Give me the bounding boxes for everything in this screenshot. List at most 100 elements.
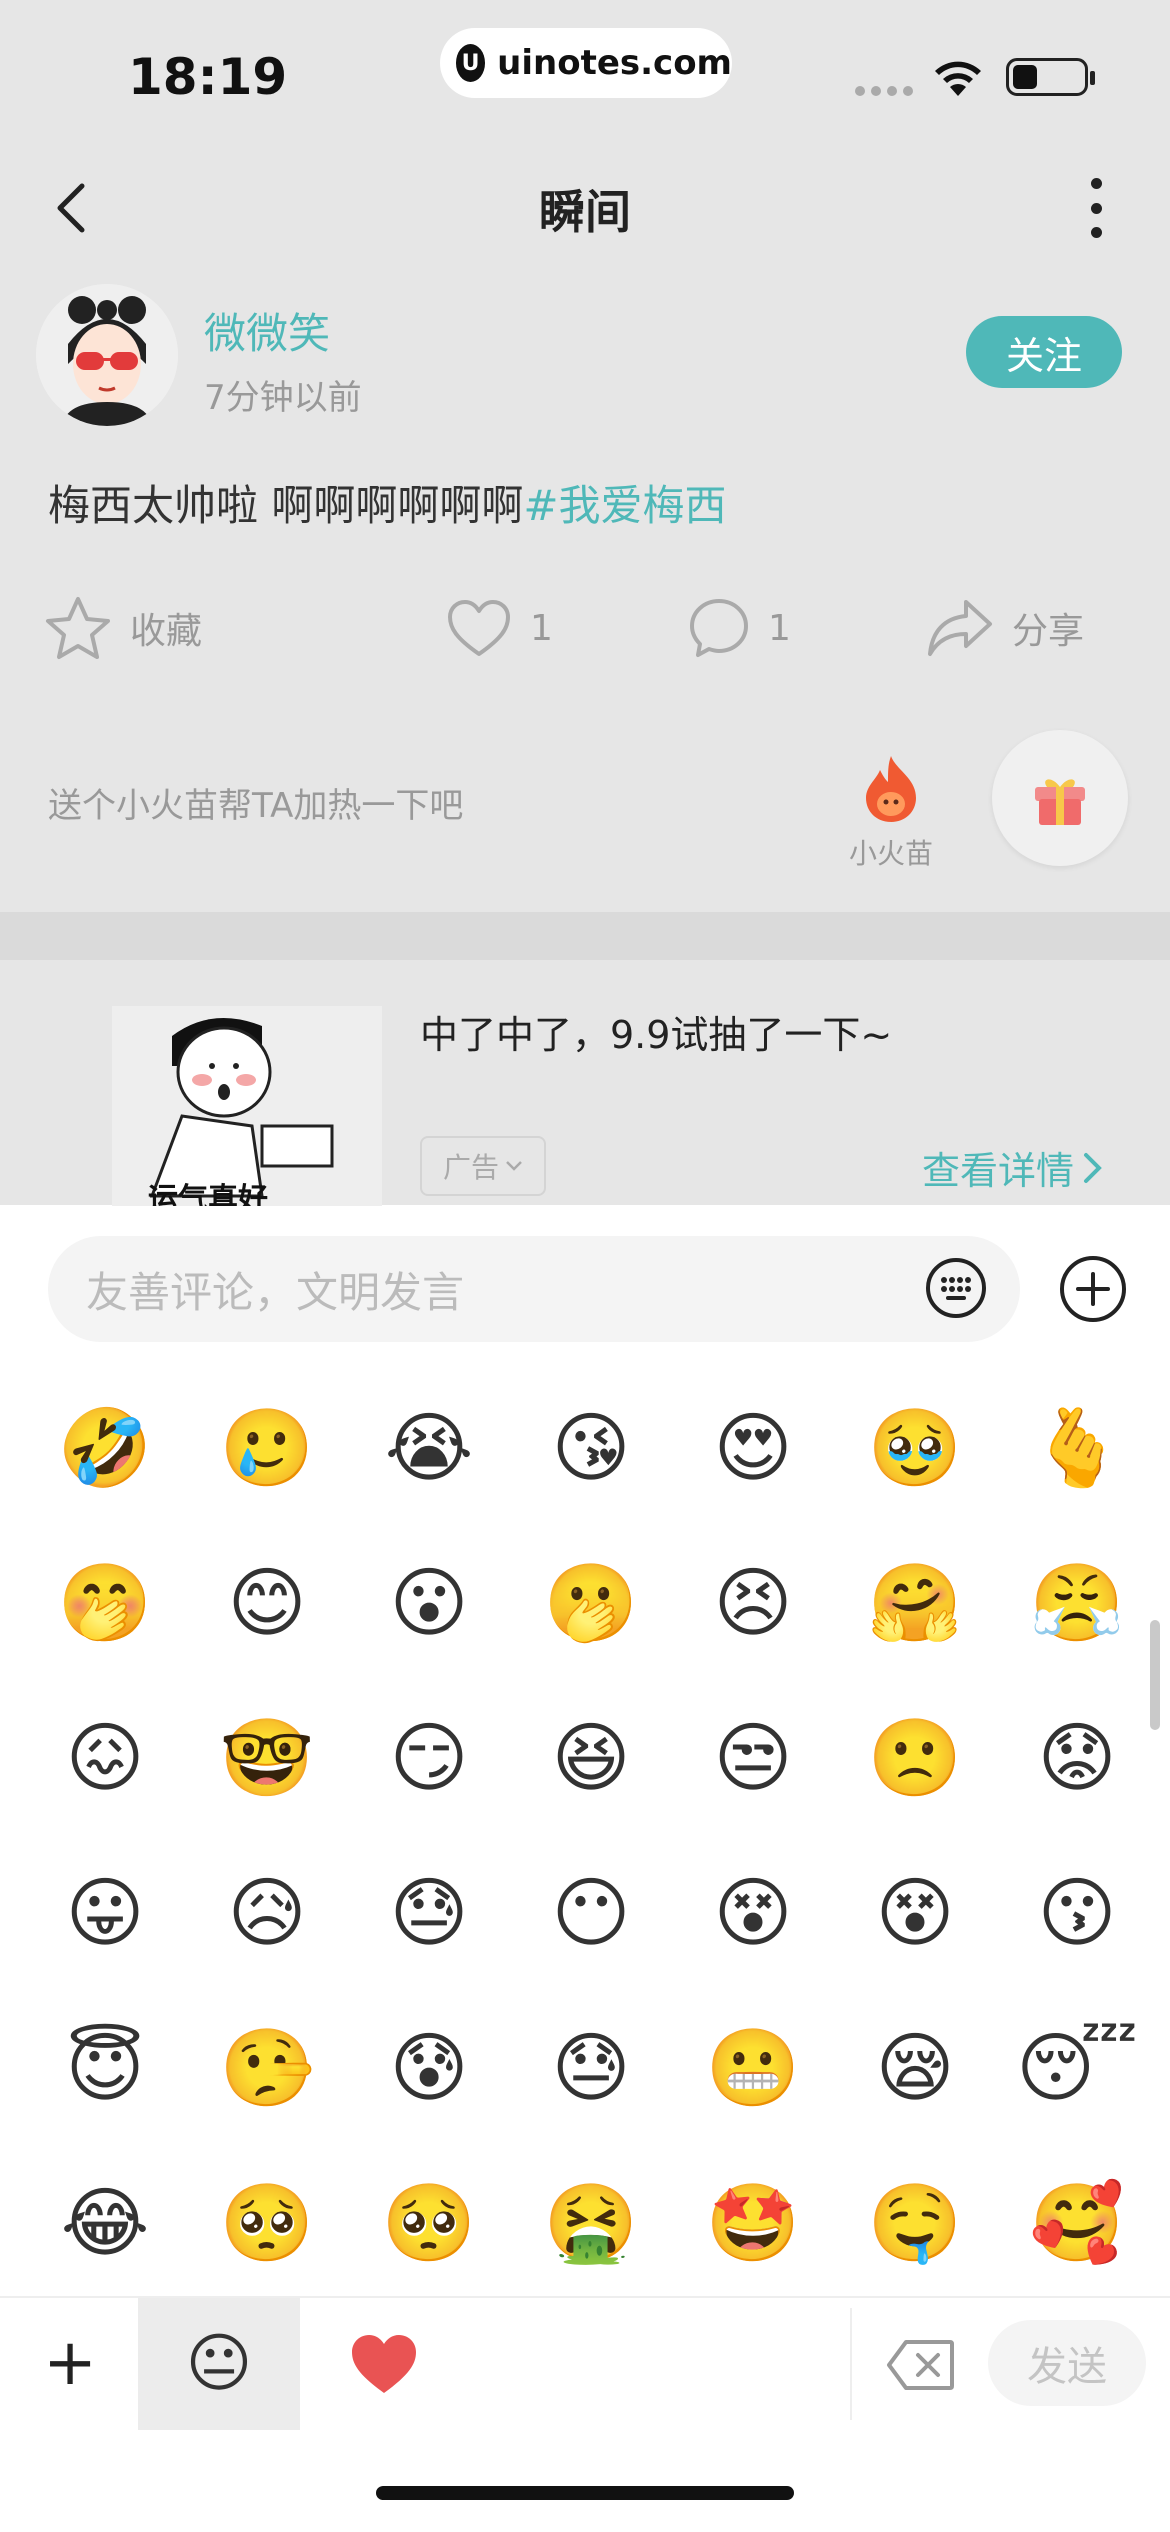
emoji-item[interactable]: 🤭 bbox=[24, 1525, 186, 1680]
emoji-item[interactable]: 🥺 bbox=[348, 2145, 510, 2295]
emoji-item[interactable]: 🫢 bbox=[510, 1525, 672, 1680]
emoji-tab[interactable]: 😐 bbox=[138, 2298, 300, 2430]
emoji-glyph: 😰 bbox=[389, 2023, 469, 2112]
post-hashtag[interactable]: #我爱梅西 bbox=[523, 481, 726, 530]
emoji-glyph: 😵 bbox=[713, 1868, 793, 1957]
home-indicator[interactable] bbox=[376, 2486, 794, 2500]
send-button[interactable]: 发送 bbox=[988, 2320, 1146, 2406]
emoji-glyph: 😛 bbox=[65, 1868, 145, 1957]
emoji-item[interactable]: 😪 bbox=[834, 1990, 996, 2145]
emoji-glyph: 😓 bbox=[551, 2023, 631, 2112]
emoji-glyph: 😓 bbox=[389, 1868, 469, 1957]
fire-label: 小火苗 bbox=[848, 837, 933, 870]
emoji-item[interactable]: 😖 bbox=[24, 1680, 186, 1835]
emoji-glyph: 😘 bbox=[551, 1403, 631, 1492]
emoji-grid: 🤣 🥲 😭 😘 😍 🥹 🫰 🤭 😊 😮 🫢 😣 🤗 😤 😖 🤓 😏 😆 😒 🙁 😟 😛 😥 😓 😶 😵 😵 😗 😇 🤥 😰 😓 😬 😪 😴 😂 🥺 🥺 🤮 🤩… bbox=[24, 1370, 1146, 2295]
comment-input[interactable]: 友善评论，文明发言 bbox=[48, 1236, 1020, 1342]
ad-title[interactable]: 中了中了，9.9试抽了一下~ bbox=[420, 1004, 892, 1059]
emoji-item[interactable]: 🤓 bbox=[186, 1680, 348, 1835]
emoji-item[interactable]: 🫰 bbox=[996, 1370, 1146, 1525]
emoji-glyph: 😬 bbox=[705, 2022, 801, 2112]
comment-button[interactable]: 1 bbox=[688, 592, 791, 664]
emoji-item[interactable]: 🙁 bbox=[834, 1680, 996, 1835]
emoji-item[interactable]: 😆 bbox=[510, 1680, 672, 1835]
emoji-item[interactable]: 😮 bbox=[348, 1525, 510, 1680]
emoji-item[interactable]: 😘 bbox=[510, 1370, 672, 1525]
like-count: 1 bbox=[530, 607, 553, 649]
fire-icon[interactable] bbox=[858, 752, 924, 824]
emoji-item[interactable]: 🤩 bbox=[672, 2145, 834, 2295]
emoji-item[interactable]: 😬 bbox=[672, 1990, 834, 2145]
emoji-item[interactable]: 🥰 bbox=[996, 2145, 1146, 2295]
emoji-glyph: 😟 bbox=[1037, 1713, 1117, 1802]
emoji-item[interactable]: 🤮 bbox=[510, 2145, 672, 2295]
emoji-item[interactable]: 😥 bbox=[186, 1835, 348, 1990]
emoji-glyph: 😂 bbox=[60, 2178, 150, 2267]
emoji-item[interactable]: 😗 bbox=[996, 1835, 1146, 1990]
emoji-item[interactable]: 😣 bbox=[672, 1525, 834, 1680]
delete-icon[interactable] bbox=[886, 2338, 956, 2392]
emoji-item[interactable]: 🤥 bbox=[186, 1990, 348, 2145]
like-button[interactable]: 1 bbox=[446, 592, 553, 664]
avatar-illustration bbox=[36, 284, 178, 426]
chevron-right-icon bbox=[1084, 1152, 1102, 1183]
add-button[interactable]: + bbox=[42, 2330, 98, 2396]
emoji-glyph: 🤤 bbox=[867, 2177, 963, 2267]
emoji-item[interactable]: 🤗 bbox=[834, 1525, 996, 1680]
chevron-down-icon bbox=[506, 1161, 522, 1171]
emoji-glyph: 😣 bbox=[713, 1558, 793, 1647]
emoji-item[interactable]: 😭 bbox=[348, 1370, 510, 1525]
favorites-tab[interactable] bbox=[314, 2298, 454, 2430]
emoji-item[interactable]: 😟 bbox=[996, 1680, 1146, 1835]
emoji-glyph: 😗 bbox=[1037, 1868, 1117, 1957]
boost-prompt: 送个小火苗帮TA加热一下吧 bbox=[48, 786, 464, 826]
emoji-item[interactable]: 😛 bbox=[24, 1835, 186, 1990]
emoji-item[interactable]: 🥹 bbox=[834, 1370, 996, 1525]
emoji-item[interactable]: 😇 bbox=[24, 1990, 186, 2145]
emoji-item[interactable]: 😶 bbox=[510, 1835, 672, 1990]
battery-icon bbox=[1006, 58, 1095, 96]
emoji-item[interactable]: 🤤 bbox=[834, 2145, 996, 2295]
status-time: 18:19 bbox=[128, 48, 288, 106]
emoji-glyph: 😊 bbox=[227, 1558, 307, 1647]
emoji-glyph: 😖 bbox=[65, 1713, 145, 1802]
emoji-item[interactable]: 😴 bbox=[996, 1990, 1146, 2145]
emoji-item[interactable]: 😤 bbox=[996, 1525, 1146, 1680]
emoji-item[interactable]: 😵 bbox=[672, 1835, 834, 1990]
emoji-item[interactable]: 🥲 bbox=[186, 1370, 348, 1525]
emoji-item[interactable]: 😍 bbox=[672, 1370, 834, 1525]
emoji-glyph: 🫰 bbox=[1029, 1402, 1125, 1492]
avatar[interactable] bbox=[36, 284, 178, 426]
emoji-glyph: 😭 bbox=[384, 1403, 474, 1492]
emoji-item[interactable]: 🤣 bbox=[24, 1370, 186, 1525]
emoji-keyboard-icon[interactable] bbox=[924, 1256, 988, 1320]
emoji-glyph: 😴 bbox=[1016, 2023, 1138, 2112]
emoji-item[interactable]: 😰 bbox=[348, 1990, 510, 2145]
more-icon[interactable] bbox=[1084, 178, 1108, 238]
ad-image[interactable]: 运气真好 bbox=[112, 1006, 382, 1206]
emoji-item[interactable]: 🥺 bbox=[186, 2145, 348, 2295]
username[interactable]: 微微笑 bbox=[204, 300, 330, 361]
ad-details-link[interactable]: 查看详情 bbox=[922, 1140, 1104, 1195]
emoji-glyph: 🤩 bbox=[705, 2177, 801, 2267]
emoji-item[interactable]: 😵 bbox=[834, 1835, 996, 1990]
emoji-glyph: 🥲 bbox=[219, 1402, 315, 1492]
wifi-icon bbox=[935, 61, 981, 96]
emoji-glyph: 🥺 bbox=[219, 2177, 315, 2267]
share-button[interactable]: 分享 bbox=[926, 592, 1084, 664]
ad-badge[interactable]: 广告 bbox=[420, 1136, 546, 1196]
plus-circle-icon[interactable] bbox=[1058, 1254, 1128, 1324]
gift-button[interactable] bbox=[992, 730, 1128, 866]
comment-icon bbox=[690, 599, 748, 657]
emoji-item[interactable]: 😂 bbox=[24, 2145, 186, 2295]
url-text: uinotes.com bbox=[497, 43, 732, 83]
emoji-item[interactable]: 😓 bbox=[510, 1990, 672, 2145]
emoji-item[interactable]: 😒 bbox=[672, 1680, 834, 1835]
emoji-item[interactable]: 😏 bbox=[348, 1680, 510, 1835]
emoji-scrollbar[interactable] bbox=[1150, 1620, 1160, 1730]
emoji-item[interactable]: 😓 bbox=[348, 1835, 510, 1990]
url-pill[interactable]: U uinotes.com bbox=[440, 28, 732, 98]
follow-button[interactable]: 关注 bbox=[966, 316, 1122, 388]
emoji-item[interactable]: 😊 bbox=[186, 1525, 348, 1680]
favorite-button[interactable]: 收藏 bbox=[44, 592, 202, 664]
